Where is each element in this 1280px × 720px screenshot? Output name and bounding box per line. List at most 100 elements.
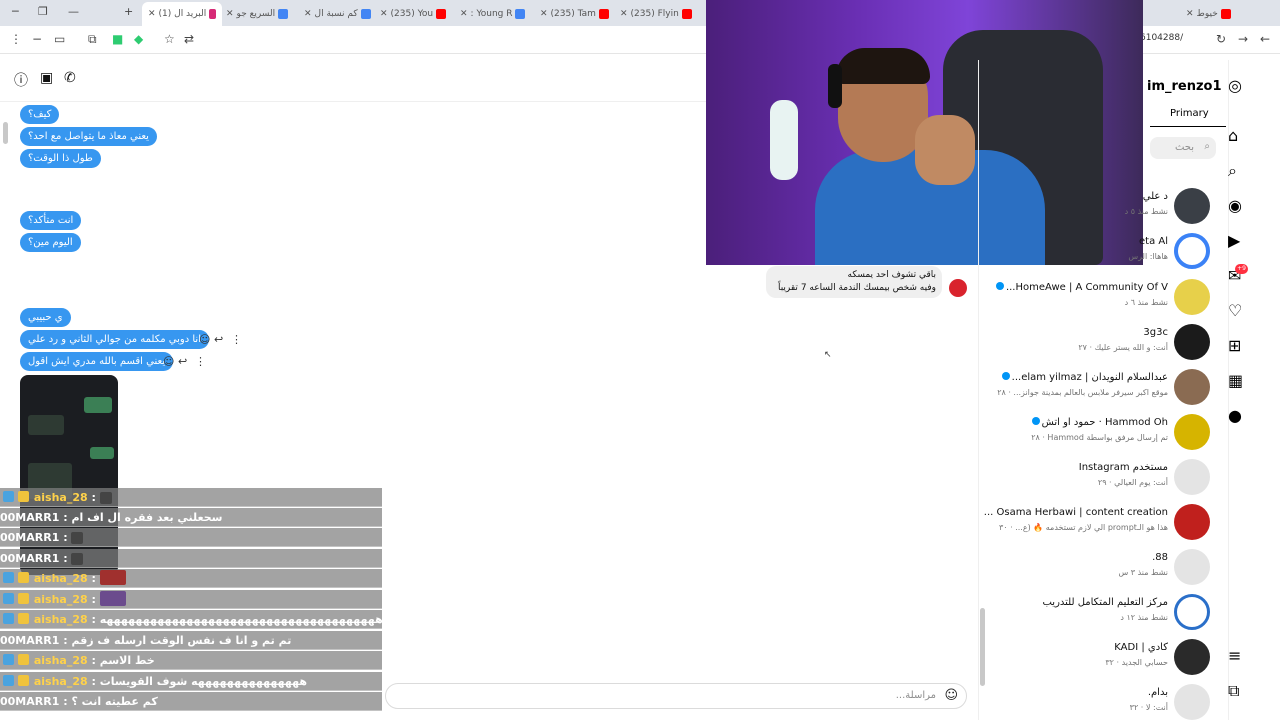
tab-label: كم نسبة ال [314, 9, 358, 19]
more-icon[interactable]: ⋮ [195, 355, 206, 368]
message-bubble[interactable]: اليوم مين؟ [20, 233, 81, 252]
avatar [1174, 279, 1210, 315]
message-bubble[interactable]: انت متأكد؟ [20, 211, 82, 230]
message-bubble[interactable]: كيف؟ [20, 105, 60, 124]
search-icon[interactable]: ⌕ [1228, 161, 1237, 181]
conversation-row[interactable]: كادي | KADI حسابي الجديد · ٣٢ [982, 639, 1212, 679]
conversation-row[interactable]: 3g3c أنت: و الله يستر عليك · ٢٧ [982, 324, 1212, 364]
overlay-chat-row: 00MARR1 : [0, 549, 382, 568]
message-bubble[interactable]: يعني اقسم بالله مدري ايش اقول [20, 352, 174, 371]
tab-4[interactable]: ✕ (235) You [380, 4, 452, 24]
instagram-logo-icon[interactable]: ◎ [1228, 76, 1242, 95]
react-icon[interactable]: ☺ [163, 355, 174, 368]
emote-icon [71, 532, 84, 544]
search-input[interactable]: ⌕ بحث [1150, 137, 1216, 159]
threads-icon[interactable]: ⧉ [1228, 681, 1239, 701]
back-icon[interactable]: ← [1260, 32, 1270, 46]
restore-icon[interactable]: ❐ [38, 5, 48, 18]
close-icon[interactable]: ✕ [304, 9, 312, 19]
overlay-chat-row: aisha_28 : [0, 488, 382, 507]
chat-username: aisha_28 [33, 593, 88, 606]
conversation-row[interactable]: مستخدم Instagram أنت: يوم العيالي · ٢٩ [982, 459, 1212, 499]
close-icon[interactable]: ✕ [460, 9, 468, 19]
shared-message-bubble[interactable]: باقي تشوف احد يمسكه وفيه شخص بيمسك الندم… [766, 266, 942, 298]
tab-3[interactable]: ✕ كم نسبة ال [304, 4, 372, 24]
conversation-row[interactable]: Osama Herbawi | content creation ... هذا… [982, 504, 1212, 544]
reply-icon[interactable]: ↩ [178, 355, 187, 368]
close-icon[interactable]: ✕ [1186, 9, 1194, 19]
heart-icon[interactable]: ♡ [1228, 301, 1242, 320]
react-icon[interactable]: ☺ [199, 333, 210, 346]
message-composer[interactable]: مراسلة... ☺ [385, 683, 967, 709]
avatar [1174, 504, 1210, 540]
conversation-row[interactable]: eta Al هاهاا: الرس [982, 233, 1212, 273]
screen: ─ ❐ — + ✕ (1) البريد ال ✕ السريع جو ✕ كم… [0, 0, 1280, 720]
extensions-icon[interactable]: ⧉ [88, 32, 97, 47]
video-call-icon[interactable]: ▣ [40, 70, 53, 86]
menu-dots-icon[interactable]: ⋮ [10, 32, 22, 46]
forward-icon[interactable]: → [1238, 32, 1248, 46]
bookmark-star-icon[interactable]: ☆ [164, 32, 175, 46]
close-icon[interactable]: ✕ [148, 9, 156, 19]
close-icon[interactable]: ✕ [226, 9, 234, 19]
zoom-out-icon[interactable]: − [32, 32, 42, 46]
avatar[interactable] [949, 279, 967, 297]
tab-inbox[interactable]: ✕ (1) البريد ال [142, 2, 222, 26]
youtube-icon [598, 9, 609, 19]
conversation-row[interactable]: HomeAwe | A Community Of V... نشط منذ ٦ … [982, 279, 1212, 319]
conversation-row[interactable]: Hammod Oh · حمود او اتش تم إرسال مرفق بو… [982, 414, 1212, 454]
close-icon[interactable]: ✕ [620, 9, 628, 19]
reels-icon[interactable]: ▶ [1228, 231, 1240, 250]
tab-5[interactable]: ✕ : Young R [460, 4, 532, 24]
cast-icon[interactable]: ▭ [54, 32, 65, 46]
conversation-row[interactable]: عبدالسلام النويدان | elam yilmaz... موقع… [982, 369, 1212, 409]
conversation-preview: موقع اكبر سيرفر ملابس بالعالم بمدينة جوا… [997, 388, 1168, 397]
message-bubble[interactable]: ي حبيبي [20, 308, 71, 327]
hamburger-menu-icon[interactable]: ≡ [1228, 646, 1241, 665]
emoji-icon[interactable]: ☺ [944, 688, 958, 703]
inbox-username[interactable]: im_renzo1 [1147, 79, 1222, 94]
dashboard-icon[interactable]: ▦ [1228, 371, 1243, 390]
more-icon[interactable]: ⋮ [231, 333, 242, 346]
chat-username: aisha_28 [33, 613, 88, 626]
avatar [1174, 639, 1210, 675]
conversation-name: مستخدم Instagram [1078, 462, 1168, 473]
conversation-name-text: HomeAwe | A Community Of V... [1005, 282, 1168, 293]
close-icon[interactable]: ✕ [540, 9, 548, 19]
avatar [1174, 459, 1210, 495]
tab-7[interactable]: ✕ (235) Flyin [620, 4, 694, 24]
conversation-row[interactable]: 88. نشط منذ ٣ س [982, 549, 1212, 589]
vip-badge-icon [18, 572, 29, 583]
emote-icon [99, 591, 126, 606]
new-tab-icon[interactable]: + [124, 5, 133, 18]
message-bubble[interactable]: يعني معاذ ما يتواصل مع احد؟ [20, 127, 157, 146]
phone-icon[interactable]: ✆ [64, 70, 76, 86]
tab-8[interactable]: ✕ خيوط [1186, 4, 1266, 24]
vip-badge-icon [18, 613, 29, 624]
message-bubble[interactable]: طول ذا الوقت؟ [20, 149, 101, 168]
url-fragment[interactable]: 6104288/ [1140, 33, 1183, 43]
tune-icon[interactable]: ⇄ [184, 32, 194, 46]
extension-green-icon[interactable]: ■ [112, 32, 123, 46]
home-icon[interactable]: ⌂ [1228, 126, 1238, 145]
profile-avatar-icon[interactable]: ● [1228, 406, 1242, 425]
chat-scrollbar[interactable] [3, 122, 8, 144]
reload-icon[interactable]: ↻ [1216, 32, 1226, 46]
minimize-icon[interactable]: ─ [12, 5, 19, 18]
tab-6[interactable]: ✕ (235) Tam [540, 4, 614, 24]
message-bubble[interactable]: انا دوبي مكلمه من جوالي الثاني و رد علي [20, 330, 209, 349]
close-icon[interactable]: ✕ [380, 9, 388, 19]
shield-icon[interactable]: ◆ [134, 32, 143, 46]
reply-icon[interactable]: ↩ [214, 333, 223, 346]
tab-primary[interactable]: Primary [1170, 108, 1209, 119]
emote-icon [99, 492, 112, 504]
conversation-row[interactable]: د علي نشط منذ ٥ د [982, 188, 1212, 228]
create-icon[interactable]: ⊞ [1228, 336, 1241, 355]
conversation-row[interactable]: بدام. أنت: لا · ٣٢ [982, 684, 1212, 720]
conversation-row[interactable]: مركز التعليم المتكامل للتدريب نشط منذ ١٢… [982, 594, 1212, 634]
explore-icon[interactable]: ◉ [1228, 196, 1242, 215]
window-minimize-icon[interactable]: — [68, 5, 79, 18]
tab-2[interactable]: ✕ السريع جو [226, 4, 296, 24]
info-icon[interactable]: ⓘ [14, 70, 28, 90]
shared-message-line: باقي تشوف احد يمسكه [847, 270, 936, 280]
